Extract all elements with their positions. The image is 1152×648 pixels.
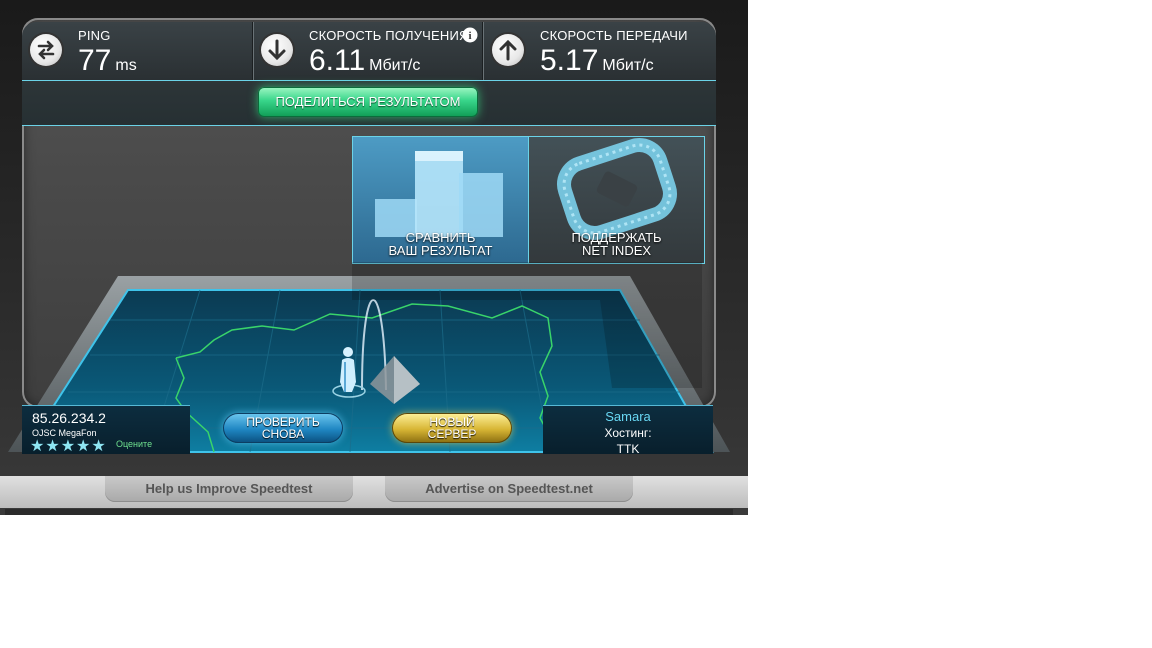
help-improve-link[interactable]: Help us Improve Speedtest: [105, 476, 353, 502]
client-info: 85.26.234.2 OJSC MegaFon ★★★★★ Оцените: [22, 405, 190, 456]
hosting-label: Хостинг:: [604, 426, 652, 440]
test-again-button[interactable]: ПРОВЕРИТЬ СНОВА: [223, 413, 343, 443]
server-info: Samara Хостинг: TTK: [543, 405, 713, 456]
bottom-strip: [5, 509, 733, 515]
new-server-button[interactable]: НОВЫЙ СЕРВЕР: [392, 413, 512, 443]
server-city: Samara: [605, 409, 651, 424]
rating-stars[interactable]: ★★★★★: [30, 436, 107, 456]
speedtest-app: PING 77 ms СКОРОСТЬ ПОЛУЧЕНИЯ 6.11 Мбит/с …: [0, 0, 748, 515]
host-name: TTK: [616, 442, 640, 456]
ip-address: 85.26.234.2: [32, 410, 106, 426]
rate-label[interactable]: Оцените: [116, 439, 152, 449]
advertise-link[interactable]: Advertise on Speedtest.net: [385, 476, 633, 502]
